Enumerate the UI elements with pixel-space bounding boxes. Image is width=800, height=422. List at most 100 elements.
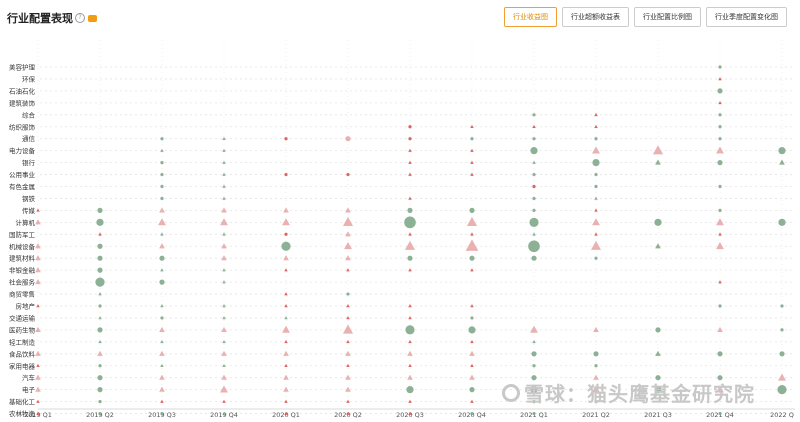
y-tick-label: 电子: [22, 385, 36, 394]
data-point-triangle: [593, 326, 599, 332]
y-tick-label: 公用事业: [9, 170, 36, 179]
y-tick-label: 钢铁: [22, 194, 36, 203]
data-point-circle: [777, 385, 787, 395]
data-point-circle: [405, 325, 415, 335]
industry-scatter-chart: 美容护理环保石油石化建筑装饰综合纺织服饰通信电力设备银行公用事业有色金属钢铁传媒…: [9, 40, 795, 419]
data-point-triangle: [282, 325, 290, 333]
y-tick-label: 综合: [22, 110, 36, 119]
data-point-circle: [97, 327, 103, 333]
data-point-triangle: [716, 242, 724, 250]
data-point-triangle: [35, 374, 41, 380]
data-point-circle: [780, 304, 784, 308]
data-point-triangle: [594, 208, 598, 212]
data-point-triangle: [35, 267, 41, 273]
data-point-circle: [717, 351, 723, 357]
data-point-triangle: [652, 145, 664, 155]
data-point-triangle: [159, 207, 165, 213]
data-point-triangle: [594, 124, 598, 129]
y-tick-label: 家用电器: [9, 361, 36, 370]
data-point-circle: [593, 351, 599, 357]
data-point-triangle: [283, 374, 289, 380]
data-point-triangle: [344, 242, 352, 250]
data-point-triangle: [345, 386, 351, 392]
y-tick-label: 基础化工: [9, 397, 36, 406]
data-point-circle: [281, 241, 291, 251]
data-point-triangle: [284, 292, 288, 296]
y-tick-label: 银行: [22, 158, 36, 167]
data-point-circle: [529, 217, 539, 227]
data-point-circle: [160, 196, 164, 201]
data-point-triangle: [345, 350, 351, 356]
data-point-triangle: [655, 243, 661, 249]
data-point-circle: [718, 411, 722, 416]
data-point-circle: [718, 304, 722, 308]
data-point-triangle: [284, 339, 288, 344]
data-point-triangle: [36, 399, 40, 403]
data-point-circle: [778, 147, 786, 155]
data-point-triangle: [221, 255, 227, 261]
data-point-circle: [718, 125, 722, 129]
data-point-circle: [98, 364, 102, 368]
data-point-triangle: [717, 326, 723, 332]
data-point-circle: [532, 411, 536, 416]
y-tick-label: 传媒: [22, 206, 36, 215]
data-point-triangle: [345, 207, 351, 213]
data-point-triangle: [466, 216, 478, 227]
data-point-circle: [594, 256, 598, 260]
data-point-circle: [470, 137, 474, 141]
data-point-circle: [160, 184, 164, 189]
data-point-circle: [532, 113, 536, 117]
data-point-triangle: [284, 268, 288, 272]
data-point-triangle: [283, 207, 289, 213]
x-tick-label: 2021 Q2: [582, 411, 610, 419]
y-tick-label: 建筑材料: [9, 254, 36, 263]
data-point-triangle: [592, 146, 600, 154]
data-point-circle: [718, 65, 722, 69]
data-point-circle: [97, 267, 103, 273]
data-point-triangle: [594, 196, 598, 200]
data-point-circle: [97, 243, 103, 249]
data-point-triangle: [407, 350, 413, 356]
data-point-triangle: [345, 231, 351, 237]
data-point-circle: [717, 160, 723, 166]
data-point-triangle: [35, 386, 41, 392]
data-point-triangle: [221, 326, 227, 332]
data-point-circle: [346, 172, 350, 177]
watermark: 雪球：猫头鹰基金研究院: [502, 378, 755, 407]
data-point-circle: [780, 328, 784, 332]
y-tick-label: 轻工制造: [9, 337, 36, 346]
data-point-circle: [718, 137, 722, 141]
data-point-circle: [160, 316, 164, 320]
y-tick-label: 计算机: [16, 218, 36, 227]
data-point-triangle: [159, 326, 165, 332]
data-point-circle: [404, 216, 416, 229]
watermark-text: 雪球：猫头鹰基金研究院: [524, 382, 755, 406]
data-point-triangle: [221, 243, 227, 249]
data-point-circle: [408, 125, 412, 129]
y-tick-label: 有色金属: [9, 182, 35, 191]
data-point-circle: [532, 137, 536, 141]
data-point-triangle: [97, 350, 103, 356]
data-point-circle: [531, 255, 537, 261]
data-point-triangle: [35, 243, 41, 249]
data-point-triangle: [35, 255, 41, 261]
data-point-circle: [779, 351, 785, 357]
data-point-triangle: [779, 159, 785, 165]
data-point-triangle: [158, 218, 166, 226]
data-point-triangle: [284, 399, 288, 403]
data-point-triangle: [159, 386, 165, 392]
data-point-triangle: [655, 159, 661, 165]
data-point-circle: [592, 159, 600, 167]
data-point-circle: [97, 255, 103, 261]
data-point-circle: [284, 137, 288, 141]
data-point-triangle: [404, 240, 416, 250]
data-point-triangle: [530, 325, 538, 333]
y-tick-label: 通信: [22, 134, 36, 143]
data-point-triangle: [345, 255, 351, 261]
data-point-circle: [97, 207, 103, 213]
data-point-circle: [654, 218, 662, 226]
data-point-circle: [469, 387, 475, 393]
data-point-circle: [470, 316, 474, 320]
data-point-circle: [778, 218, 786, 226]
y-tick-label: 非银金融: [9, 266, 36, 275]
